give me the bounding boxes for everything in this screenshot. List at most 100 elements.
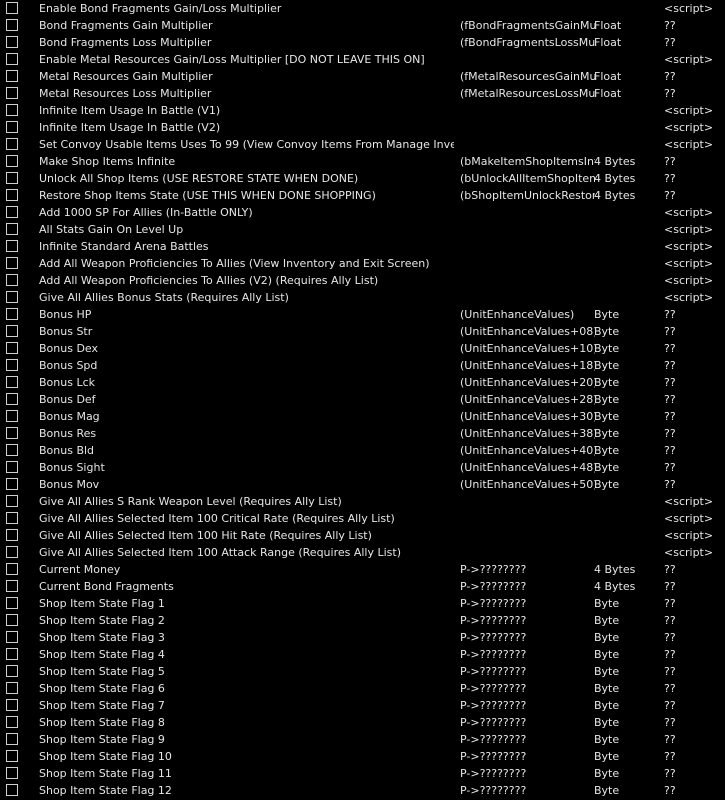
table-row[interactable]: Bonus HP (UnitEnhanceValues) Byte??: [0, 306, 725, 323]
table-row[interactable]: Give All Allies Bonus Stats (Requires Al…: [0, 289, 725, 306]
table-row[interactable]: Give All Allies S Rank Weapon Level (Req…: [0, 493, 725, 510]
address-cell: P->????????: [460, 733, 527, 746]
table-row[interactable]: Unlock All Shop Items (USE RESTORE STATE…: [0, 170, 725, 187]
table-row[interactable]: Add 1000 SP For Allies (In-Battle ONLY) <…: [0, 204, 725, 221]
active-checkbox[interactable]: [6, 2, 18, 14]
active-checkbox[interactable]: [6, 495, 18, 507]
table-row[interactable]: Bond Fragments Loss Multiplier (fBondFrag…: [0, 34, 725, 51]
active-checkbox[interactable]: [6, 104, 18, 116]
active-checkbox[interactable]: [6, 614, 18, 626]
table-row[interactable]: Make Shop Items Infinite (bMakeItemShopIt…: [0, 153, 725, 170]
table-row[interactable]: Shop Item State Flag 9 P->???????? Byte??: [0, 731, 725, 748]
table-row[interactable]: Add All Weapon Proficiencies To Allies (…: [0, 272, 725, 289]
active-checkbox[interactable]: [6, 648, 18, 660]
active-checkbox[interactable]: [6, 223, 18, 235]
address-cell: (fBondFragmentsGainMult: [460, 19, 595, 32]
active-checkbox[interactable]: [6, 376, 18, 388]
active-checkbox[interactable]: [6, 682, 18, 694]
table-row[interactable]: Infinite Item Usage In Battle (V2) <scrip…: [0, 119, 725, 136]
active-checkbox[interactable]: [6, 410, 18, 422]
active-checkbox[interactable]: [6, 750, 18, 762]
table-row[interactable]: Add All Weapon Proficiencies To Allies (…: [0, 255, 725, 272]
active-checkbox[interactable]: [6, 155, 18, 167]
active-checkbox[interactable]: [6, 767, 18, 779]
active-checkbox[interactable]: [6, 87, 18, 99]
table-row[interactable]: Bonus Dex (UnitEnhanceValues+10) Byte??: [0, 340, 725, 357]
table-row[interactable]: Shop Item State Flag 5 P->???????? Byte??: [0, 663, 725, 680]
active-checkbox[interactable]: [6, 461, 18, 473]
table-row[interactable]: Enable Metal Resources Gain/Loss Multipl…: [0, 51, 725, 68]
table-row[interactable]: All Stats Gain On Level Up <script>: [0, 221, 725, 238]
value-cell: ??: [664, 308, 676, 321]
active-checkbox[interactable]: [6, 308, 18, 320]
table-row[interactable]: Shop Item State Flag 6 P->???????? Byte??: [0, 680, 725, 697]
table-row[interactable]: Bonus Mov (UnitEnhanceValues+50) Byte??: [0, 476, 725, 493]
active-checkbox[interactable]: [6, 240, 18, 252]
active-checkbox[interactable]: [6, 563, 18, 575]
table-row[interactable]: Bonus Mag (UnitEnhanceValues+30) Byte??: [0, 408, 725, 425]
table-row[interactable]: Shop Item State Flag 2 P->???????? Byte??: [0, 612, 725, 629]
active-checkbox[interactable]: [6, 274, 18, 286]
active-checkbox[interactable]: [6, 19, 18, 31]
active-checkbox[interactable]: [6, 444, 18, 456]
table-row[interactable]: Current Money P->???????? 4 Bytes??: [0, 561, 725, 578]
table-row[interactable]: Give All Allies Selected Item 100 Hit Ra…: [0, 527, 725, 544]
address-cell: P->????????: [460, 648, 527, 661]
table-row[interactable]: Bonus Str (UnitEnhanceValues+08) Byte??: [0, 323, 725, 340]
active-checkbox[interactable]: [6, 393, 18, 405]
table-row[interactable]: Bonus Sight (UnitEnhanceValues+48) Byte??: [0, 459, 725, 476]
active-checkbox[interactable]: [6, 699, 18, 711]
active-checkbox[interactable]: [6, 121, 18, 133]
active-checkbox[interactable]: [6, 716, 18, 728]
table-row[interactable]: Bond Fragments Gain Multiplier (fBondFrag…: [0, 17, 725, 34]
active-checkbox[interactable]: [6, 427, 18, 439]
active-checkbox[interactable]: [6, 36, 18, 48]
table-row[interactable]: Enable Bond Fragments Gain/Loss Multipli…: [0, 0, 725, 17]
table-row[interactable]: Bonus Spd (UnitEnhanceValues+18) Byte??: [0, 357, 725, 374]
table-row[interactable]: Bonus Def (UnitEnhanceValues+28) Byte??: [0, 391, 725, 408]
active-checkbox[interactable]: [6, 733, 18, 745]
active-checkbox[interactable]: [6, 546, 18, 558]
active-checkbox[interactable]: [6, 189, 18, 201]
active-checkbox[interactable]: [6, 665, 18, 677]
table-row[interactable]: Give All Allies Selected Item 100 Critic…: [0, 510, 725, 527]
active-checkbox[interactable]: [6, 597, 18, 609]
active-checkbox[interactable]: [6, 478, 18, 490]
active-checkbox[interactable]: [6, 529, 18, 541]
active-checkbox[interactable]: [6, 784, 18, 796]
table-row[interactable]: Set Convoy Usable Items Uses To 99 (View…: [0, 136, 725, 153]
table-row[interactable]: Shop Item State Flag 11 P->???????? Byte??: [0, 765, 725, 782]
table-row[interactable]: Infinite Standard Arena Battles <script>: [0, 238, 725, 255]
table-row[interactable]: Bonus Bld (UnitEnhanceValues+40) Byte??: [0, 442, 725, 459]
active-checkbox[interactable]: [6, 138, 18, 150]
table-row[interactable]: Current Bond Fragments P->???????? 4 Bytes…: [0, 578, 725, 595]
active-checkbox[interactable]: [6, 342, 18, 354]
active-checkbox[interactable]: [6, 359, 18, 371]
table-row[interactable]: Shop Item State Flag 1 P->???????? Byte??: [0, 595, 725, 612]
table-row[interactable]: Shop Item State Flag 7 P->???????? Byte??: [0, 697, 725, 714]
table-row[interactable]: Shop Item State Flag 8 P->???????? Byte??: [0, 714, 725, 731]
table-row[interactable]: Shop Item State Flag 10 P->???????? Byte??: [0, 748, 725, 765]
active-checkbox[interactable]: [6, 631, 18, 643]
active-checkbox[interactable]: [6, 580, 18, 592]
active-checkbox[interactable]: [6, 512, 18, 524]
table-row[interactable]: Restore Shop Items State (USE THIS WHEN …: [0, 187, 725, 204]
active-checkbox[interactable]: [6, 53, 18, 65]
table-row[interactable]: Metal Resources Loss Multiplier (fMetalRe…: [0, 85, 725, 102]
table-row[interactable]: Bonus Res (UnitEnhanceValues+38) Byte??: [0, 425, 725, 442]
table-row[interactable]: Metal Resources Gain Multiplier (fMetalRe…: [0, 68, 725, 85]
table-row[interactable]: Infinite Item Usage In Battle (V1) <scrip…: [0, 102, 725, 119]
table-row[interactable]: Shop Item State Flag 3 P->???????? Byte??: [0, 629, 725, 646]
description-cell: Add All Weapon Proficiencies To Allies (…: [39, 274, 379, 287]
active-checkbox[interactable]: [6, 291, 18, 303]
table-row[interactable]: Give All Allies Selected Item 100 Attack…: [0, 544, 725, 561]
active-checkbox[interactable]: [6, 70, 18, 82]
table-row[interactable]: Shop Item State Flag 4 P->???????? Byte??: [0, 646, 725, 663]
active-checkbox[interactable]: [6, 172, 18, 184]
active-checkbox[interactable]: [6, 206, 18, 218]
description-cell: Metal Resources Gain Multiplier: [39, 70, 213, 83]
active-checkbox[interactable]: [6, 257, 18, 269]
table-row[interactable]: Bonus Lck (UnitEnhanceValues+20) Byte??: [0, 374, 725, 391]
table-row[interactable]: Shop Item State Flag 12 P->???????? Byte??: [0, 782, 725, 799]
active-checkbox[interactable]: [6, 325, 18, 337]
